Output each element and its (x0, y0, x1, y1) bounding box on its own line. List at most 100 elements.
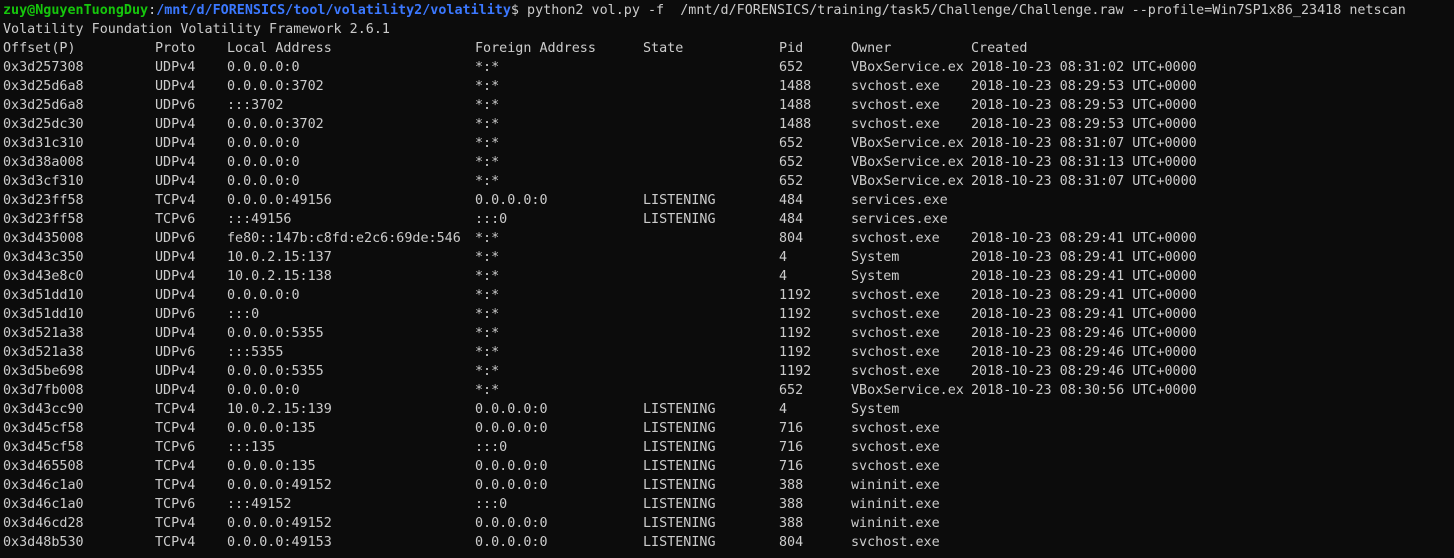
cell-proto: TCPv4 (155, 421, 196, 436)
cell-owner: wininit.exe (851, 497, 940, 512)
cell-foreign: *:* (475, 98, 500, 113)
cell-owner: VBoxService.ex (851, 383, 964, 398)
table-row: 0x3d23ff58 TCPv4 0.0.0.0:49156 0.0.0.0:0 LIS… (3, 191, 1443, 210)
cell-proto: TCPv6 (155, 212, 196, 227)
cell-proto: UDPv4 (155, 383, 196, 398)
cell-owner: VBoxService.ex (851, 155, 964, 170)
cell-local: fe80::147b:c8fd:e2c6:69de:546 (227, 231, 461, 246)
cell-foreign: *:* (475, 136, 500, 151)
cell-local: :::0 (227, 307, 260, 322)
cell-pid: 716 (779, 440, 804, 455)
table-row: 0x3d51dd10 UDPv6:::0 *:* 1192 svchost.exe 201… (3, 305, 1443, 324)
cell-offset: 0x3d38a008 (3, 155, 84, 170)
cell-created: 2018-10-23 08:29:53 UTC+0000 (971, 117, 1197, 132)
cell-foreign: *:* (475, 269, 500, 284)
cell-created: 2018-10-23 08:31:02 UTC+0000 (971, 60, 1197, 75)
cell-owner: services.exe (851, 212, 948, 227)
cell-pid: 388 (779, 478, 804, 493)
table-row: 0x3d3cf310 UDPv4 0.0.0.0:0 *:* 652 VBoxServic… (3, 172, 1443, 191)
cell-proto: UDPv4 (155, 136, 196, 151)
cell-created: 2018-10-23 08:30:56 UTC+0000 (971, 383, 1197, 398)
cell-created: 2018-10-23 08:29:53 UTC+0000 (971, 79, 1197, 94)
cell-pid: 652 (779, 383, 804, 398)
cell-created: 2018-10-23 08:29:41 UTC+0000 (971, 269, 1197, 284)
cell-state: LISTENING (643, 212, 716, 227)
cell-offset: 0x3d51dd10 (3, 288, 84, 303)
cell-owner: svchost.exe (851, 440, 940, 455)
cell-pid: 1192 (779, 288, 812, 303)
cell-owner: System (851, 269, 900, 284)
cell-owner: VBoxService.ex (851, 136, 964, 151)
cell-created: 2018-10-23 08:31:07 UTC+0000 (971, 136, 1197, 151)
cell-offset: 0x3d43e8c0 (3, 269, 84, 284)
cell-proto: UDPv4 (155, 269, 196, 284)
cell-offset: 0x3d5be698 (3, 364, 84, 379)
cell-local: 10.0.2.15:139 (227, 402, 332, 417)
cell-foreign: *:* (475, 79, 500, 94)
banner-line: Volatility Foundation Volatility Framewo… (3, 22, 390, 37)
cell-owner: System (851, 402, 900, 417)
table-row: 0x3d435008 UDPv6 fe80::147b:c8fd:e2c6:69de… (3, 229, 1443, 248)
cell-offset: 0x3d46cd28 (3, 516, 84, 531)
table-row: 0x3d46c1a0 TCPv6:::49152:::0 LISTENING 388 w… (3, 495, 1443, 514)
table-row: 0x3d257308 UDPv4 0.0.0.0:0 *:* 652 VBoxServic… (3, 58, 1443, 77)
prompt-user-host: zuy@NguyenTuongDuy (3, 3, 149, 18)
cell-owner: VBoxService.ex (851, 60, 964, 75)
cell-local: 0.0.0.0:135 (227, 421, 316, 436)
cell-foreign: *:* (475, 326, 500, 341)
cell-owner: svchost.exe (851, 535, 940, 550)
cell-offset: 0x3d521a38 (3, 326, 84, 341)
table-row: 0x3d45cf58 TCPv6:::135:::0 LISTENING 716 svc… (3, 438, 1443, 457)
table-row: 0x3d25d6a8 UDPv4 0.0.0.0:3702 *:* 1488 svchos… (3, 77, 1443, 96)
cell-owner: svchost.exe (851, 326, 940, 341)
table-header: Offset(P) Proto Local Address Foreign Ad… (3, 39, 1443, 58)
cell-local: 0.0.0.0:5355 (227, 326, 324, 341)
cell-proto: TCPv4 (155, 535, 196, 550)
prompt-path: /mnt/d/FORENSICS/tool/volatility2/volati… (156, 3, 511, 18)
cell-offset: 0x3d43cc90 (3, 402, 84, 417)
table-row: 0x3d31c310 UDPv4 0.0.0.0:0 *:* 652 VBoxServic… (3, 134, 1443, 153)
cell-state: LISTENING (643, 497, 716, 512)
table-row: 0x3d521a38 UDPv6:::5355 *:* 1192 svchost.exe… (3, 343, 1443, 362)
cell-offset: 0x3d25d6a8 (3, 79, 84, 94)
cell-local: 0.0.0.0:0 (227, 174, 300, 189)
cell-offset: 0x3d48b530 (3, 535, 84, 550)
cell-offset: 0x3d465508 (3, 459, 84, 474)
cell-created: 2018-10-23 08:29:46 UTC+0000 (971, 326, 1197, 341)
cell-created: 2018-10-23 08:29:41 UTC+0000 (971, 288, 1197, 303)
cell-owner: svchost.exe (851, 421, 940, 436)
prompt-colon: : (148, 3, 157, 18)
cell-proto: UDPv6 (155, 345, 196, 360)
cell-pid: 4 (779, 269, 788, 284)
table-row: 0x3d5be698 UDPv4 0.0.0.0:5355 *:* 1192 svchos… (3, 362, 1443, 381)
header-created: Created (971, 41, 1028, 56)
cell-proto: UDPv4 (155, 155, 196, 170)
table-row: 0x3d43c350 UDPv4 10.0.2.15:137 *:* 4 System 20… (3, 248, 1443, 267)
cell-state: LISTENING (643, 459, 716, 474)
command-line: zuy@NguyenTuongDuy:/mnt/d/FORENSICS/tool… (3, 1, 1406, 20)
cell-local: :::5355 (227, 345, 284, 360)
table-row: 0x3d43e8c0 UDPv4 10.0.2.15:138 *:* 4 System 20… (3, 267, 1443, 286)
header-local: Local Address (227, 41, 332, 56)
cell-pid: 804 (779, 231, 804, 246)
cell-state: LISTENING (643, 478, 716, 493)
cell-offset: 0x3d257308 (3, 60, 84, 75)
cell-offset: 0x3d435008 (3, 231, 84, 246)
cell-local: 0.0.0.0:135 (227, 459, 316, 474)
cell-proto: TCPv6 (155, 440, 196, 455)
cell-offset: 0x3d25d6a8 (3, 98, 84, 113)
cell-created: 2018-10-23 08:31:13 UTC+0000 (971, 155, 1197, 170)
cell-proto: UDPv4 (155, 79, 196, 94)
cell-pid: 1192 (779, 364, 812, 379)
cell-owner: svchost.exe (851, 98, 940, 113)
terminal-window[interactable]: zuy@NguyenTuongDuy:/mnt/d/FORENSICS/tool… (0, 0, 1454, 558)
table-row: 0x3d48b530 TCPv4 0.0.0.0:49153 0.0.0.0:0 LIS… (3, 533, 1443, 552)
cell-foreign: *:* (475, 60, 500, 75)
cell-proto: TCPv4 (155, 459, 196, 474)
cell-local: 0.0.0.0:0 (227, 60, 300, 75)
cell-local: 0.0.0.0:0 (227, 155, 300, 170)
cell-foreign: *:* (475, 364, 500, 379)
cell-pid: 1192 (779, 345, 812, 360)
cell-state: LISTENING (643, 440, 716, 455)
cell-offset: 0x3d23ff58 (3, 193, 84, 208)
